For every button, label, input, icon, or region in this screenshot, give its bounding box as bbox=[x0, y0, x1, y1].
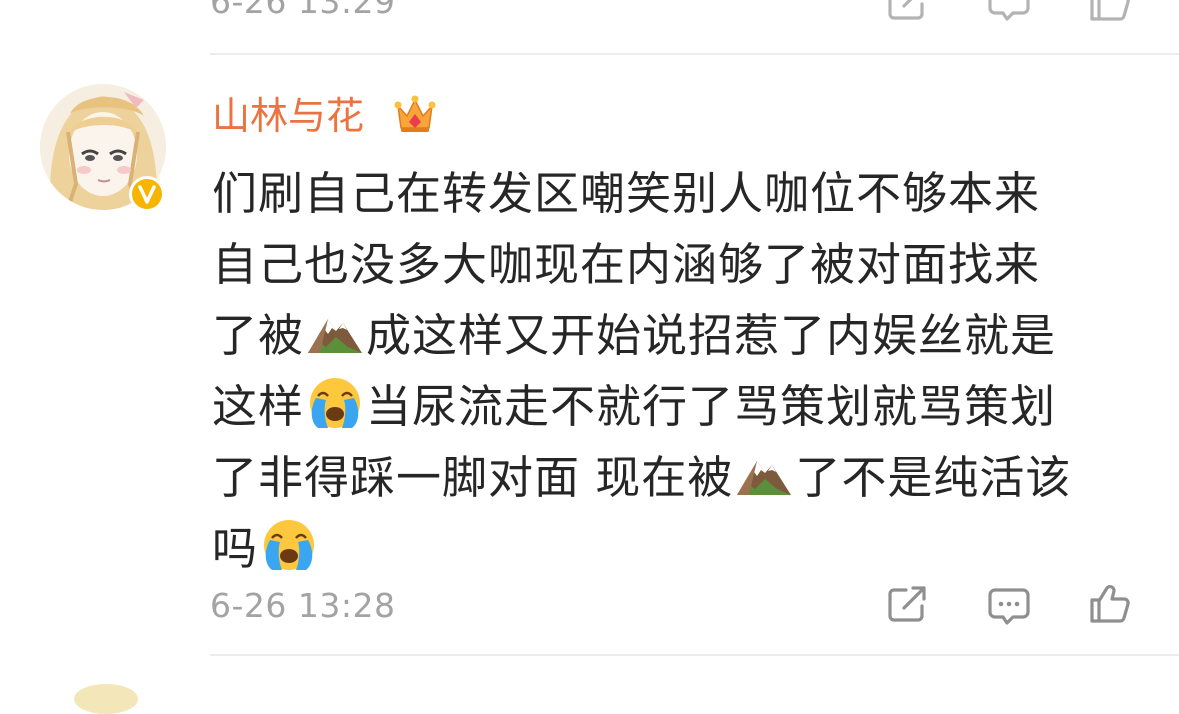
thumbs-up-icon bbox=[1090, 585, 1130, 623]
comment-text: 们刷自己在转发区嘲笑别人咖位不够本来 bbox=[212, 167, 1041, 220]
comment-icon bbox=[988, 0, 1030, 21]
comment-line: 自己也没多大咖现在内涵够了被对面找来 bbox=[212, 229, 1132, 300]
comment-content: 们刷自己在转发区嘲笑别人咖位不够本来 自己也没多大咖现在内涵够了被对面找来 了被… bbox=[212, 158, 1132, 584]
comment-text: 了不是纯活该 bbox=[795, 451, 1072, 504]
comment-text: 吗 bbox=[212, 522, 259, 575]
comment-line: 们刷自己在转发区嘲笑别人咖位不够本来 bbox=[212, 158, 1132, 229]
prev-like-button[interactable] bbox=[1088, 0, 1132, 22]
comment-text: 了非得踩一脚对面 现在被 bbox=[212, 451, 734, 504]
mountain-emoji-icon bbox=[306, 303, 364, 361]
share-icon bbox=[888, 586, 926, 622]
share-icon bbox=[888, 0, 924, 20]
crying-face-emoji-icon bbox=[306, 374, 364, 432]
prev-comment-time: 6-26 13:29 bbox=[210, 0, 396, 21]
prev-comment-button[interactable] bbox=[987, 0, 1031, 22]
divider-bottom bbox=[210, 654, 1179, 656]
crown-badge-icon bbox=[393, 92, 437, 136]
comment-line: 吗 bbox=[212, 513, 1132, 584]
username-link[interactable]: 山林与花 bbox=[212, 92, 364, 140]
divider-top bbox=[210, 53, 1179, 55]
reply-button[interactable] bbox=[987, 586, 1031, 626]
verified-badge-icon bbox=[128, 175, 166, 213]
comment-line: 了被 成这样又开始说招惹了内娱丝就是 bbox=[212, 300, 1132, 371]
comment-line: 了非得踩一脚对面 现在被 了不是纯活该 bbox=[212, 442, 1132, 513]
comment-text: 成这样又开始说招惹了内娱丝就是 bbox=[366, 309, 1057, 362]
like-button[interactable] bbox=[1088, 584, 1132, 624]
thumbs-up-icon bbox=[1090, 0, 1130, 21]
prev-share-button[interactable] bbox=[886, 0, 930, 22]
mountain-emoji-icon bbox=[735, 445, 793, 503]
crying-face-emoji-icon bbox=[260, 516, 318, 574]
next-comment-avatar[interactable] bbox=[74, 684, 138, 714]
share-button[interactable] bbox=[886, 584, 930, 624]
comment-line: 这样 当尿流走不就行了骂策划就骂策划 bbox=[212, 371, 1132, 442]
comment-icon bbox=[988, 588, 1030, 625]
comment-text: 了被 bbox=[212, 309, 305, 362]
comment-text: 当尿流走不就行了骂策划就骂策划 bbox=[366, 380, 1057, 433]
comment-time: 6-26 13:28 bbox=[210, 586, 396, 625]
comment-text: 这样 bbox=[212, 380, 305, 433]
comment-text: 自己也没多大咖现在内涵够了被对面找来 bbox=[212, 238, 1041, 291]
